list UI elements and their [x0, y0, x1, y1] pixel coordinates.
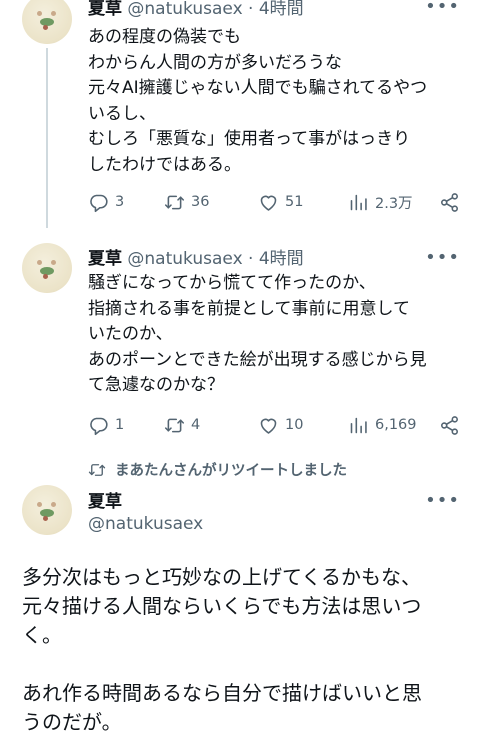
- more-icon[interactable]: •••: [425, 249, 460, 267]
- retweet-icon: [88, 463, 106, 476]
- display-name[interactable]: 夏草: [88, 487, 122, 512]
- retweet-notice-text: まあたんさんがリツイートしました: [115, 463, 347, 479]
- share-button[interactable]: [439, 415, 460, 436]
- like-icon: [260, 418, 277, 434]
- thread-line: [46, 48, 48, 228]
- tweet-text: あの程度の偽装でも わからん人間の方が多いだろうな 元々AI擁護じゃない人間でも…: [88, 27, 428, 175]
- share-button[interactable]: [439, 192, 460, 213]
- views-button[interactable]: 2.3万: [348, 192, 413, 213]
- retweet-button[interactable]: 36: [164, 192, 258, 213]
- display-name[interactable]: 夏草: [88, 249, 122, 269]
- like-icon: [260, 195, 277, 211]
- like-button[interactable]: 10: [258, 415, 348, 436]
- share-icon: [441, 192, 458, 212]
- reply-button[interactable]: 1: [88, 415, 164, 436]
- handle[interactable]: @natukusaex: [88, 514, 203, 534]
- retweet-count: 36: [191, 194, 210, 210]
- tweet-text: 騒ぎになってから慌てて作ったのか、 指摘される事を前提として事前に用意して いた…: [88, 273, 427, 395]
- reply-count: 1: [115, 417, 125, 433]
- views-button[interactable]: 6,169: [348, 415, 417, 436]
- reply-icon: [90, 417, 108, 435]
- retweet-icon: [164, 418, 185, 432]
- like-button[interactable]: 51: [258, 192, 348, 213]
- reply-icon: [90, 194, 108, 212]
- share-icon: [441, 415, 458, 435]
- like-count: 10: [285, 417, 304, 433]
- handle[interactable]: @natukusaex: [127, 249, 242, 269]
- tweet-text: 多分次はもっと巧妙なの上げてくるかもな、 元々描ける人間ならいくらでも方法は思い…: [22, 565, 422, 734]
- timestamp[interactable]: · 4時間: [248, 249, 304, 269]
- views-icon: [350, 417, 367, 433]
- tweet-actions: 1 4 10 6,169: [88, 413, 460, 437]
- views-icon: [350, 194, 367, 210]
- handle[interactable]: @natukusaex: [127, 0, 242, 19]
- tweet-header: 夏草 @natukusaex · 4時間: [88, 244, 304, 269]
- more-icon[interactable]: •••: [425, 492, 460, 510]
- retweet-button[interactable]: 4: [164, 415, 258, 436]
- views-count: 6,169: [375, 417, 417, 433]
- display-name[interactable]: 夏草: [88, 0, 122, 19]
- views-count: 2.3万: [375, 195, 413, 212]
- avatar[interactable]: [22, 485, 72, 535]
- timestamp[interactable]: · 4時間: [248, 0, 304, 19]
- retweet-notice[interactable]: まあたんさんがリツイートしました: [88, 459, 347, 480]
- reply-count: 3: [115, 194, 125, 210]
- retweet-count: 4: [191, 417, 201, 433]
- tweet-actions: 3 36 51 2.3万: [88, 190, 460, 214]
- more-icon[interactable]: •••: [425, 0, 460, 16]
- retweet-icon: [164, 195, 185, 209]
- like-count: 51: [285, 194, 304, 210]
- reply-button[interactable]: 3: [88, 192, 164, 213]
- tweet-header: 夏草 @natukusaex · 4時間: [88, 0, 304, 19]
- avatar[interactable]: [22, 243, 72, 293]
- avatar[interactable]: [22, 0, 72, 44]
